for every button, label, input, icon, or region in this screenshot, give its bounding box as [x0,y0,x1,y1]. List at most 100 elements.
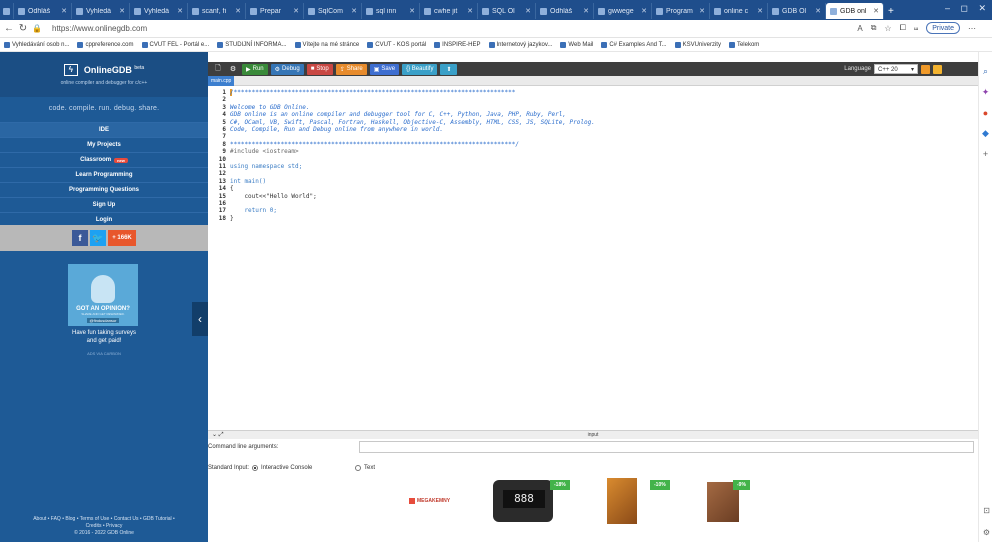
upload-icon[interactable]: ⬆ [440,63,458,75]
bookmark-item[interactable]: KSVUniverzity [674,41,721,48]
browser-tab[interactable]: Prepar ✕ [246,3,304,19]
footer-links-row-1[interactable]: About • FAQ • Blog • Terms of Use • Cont… [0,516,208,523]
close-icon[interactable]: ✕ [978,3,986,14]
collections-icon[interactable]: ⧠ [900,23,906,33]
new-file-icon[interactable]: 🗋 [212,64,224,75]
text-radio[interactable] [355,465,361,471]
info-icon[interactable] [933,64,942,74]
browser-tab[interactable]: Odhláš ✕ [14,3,72,19]
refresh-icon[interactable]: ↻ [16,23,30,34]
browser-tab[interactable]: online c ✕ [710,3,768,19]
tab-close-icon[interactable]: ✕ [177,7,183,15]
profile-icon[interactable]: ⧢ [914,23,918,33]
menu-item-learn-programming[interactable]: Learn Programming [0,167,208,182]
sparkle-icon[interactable]: ✦ [982,87,990,98]
bookmark-item[interactable]: STUDIJNÍ INFORMA... [217,41,287,48]
tab-actions-icon[interactable] [0,3,14,19]
bookmark-item[interactable]: Web Mail [560,41,593,48]
tab-close-icon[interactable]: ✕ [873,7,879,15]
ads-via-carbon[interactable]: ADS VIA CARBON [0,351,208,356]
save-button[interactable]: ▣ Save [369,63,400,75]
interactive-console-radio[interactable] [252,465,259,471]
more-icon[interactable]: ⋯ [968,24,976,33]
menu-item-sign-up[interactable]: Sign Up [0,197,208,212]
minimize-icon[interactable]: – [945,3,950,13]
tab-close-icon[interactable]: ✕ [61,7,67,15]
view-mode-icon[interactable]: ⧉ [871,23,877,33]
bookmark-item[interactable]: INSPIRE-HEP [434,41,481,48]
settings-gear-icon[interactable]: ⚙ [227,65,239,73]
search-icon[interactable]: ⌕ [983,66,988,77]
twitter-icon[interactable]: 🐦 [90,230,106,246]
browser-tab[interactable]: sql inn ✕ [362,3,420,19]
bookmark-item[interactable]: CVUT - KOS portál [367,41,426,48]
browser-tab[interactable]: Odhláš ✕ [536,3,594,19]
tab-close-icon[interactable]: ✕ [119,7,125,15]
browser-tab[interactable]: gwwege ✕ [594,3,652,19]
stop-button[interactable]: ■ Stop [306,63,333,75]
settings-icon[interactable] [921,64,930,74]
cmd-args-input[interactable] [359,441,974,453]
footer-links-row-2[interactable]: Credits • Privacy [0,523,208,530]
bookmark-item[interactable]: cppreference.com [77,41,134,48]
bookmark-item[interactable]: CVUT FEL - Portál e... [141,41,209,48]
favorites-icon[interactable]: ☆ [884,24,891,33]
bookmark-item[interactable]: Internetový jazykov... [488,41,552,48]
office-icon[interactable]: ● [983,108,988,118]
tab-close-icon[interactable]: ✕ [583,7,589,15]
browser-tab[interactable]: scanf, fi ✕ [188,3,246,19]
file-tab-main-cpp[interactable]: main.cpp [208,76,235,86]
menu-item-my-projects[interactable]: My Projects [0,137,208,152]
tab-close-icon[interactable]: ✕ [757,7,763,15]
bookmark-item[interactable]: Vítejte na mé stránce [294,41,359,48]
maximize-icon[interactable]: ◻ [961,3,968,14]
browser-tab[interactable]: Vyhledá ✕ [130,3,188,19]
tab-close-icon[interactable]: ✕ [467,7,473,15]
carbon-ad-image[interactable]: GOT AN OPINION? SHARE AND GET REWARDED. … [68,264,138,326]
url-text[interactable]: https://www.onlinegdb.com [52,24,147,33]
tab-close-icon[interactable]: ✕ [235,7,241,15]
menu-item-classroom[interactable]: Classroom new [0,152,208,167]
logo-beta: beta [134,64,145,71]
back-icon[interactable]: ← [2,23,16,34]
tab-close-icon[interactable]: ✕ [293,7,299,15]
tab-close-icon[interactable]: ✕ [641,7,647,15]
bookmark-item[interactable]: Vyhledávání osob n... [4,41,69,48]
outlook-icon[interactable]: ◆ [982,128,989,139]
tab-close-icon[interactable]: ✕ [525,7,531,15]
facebook-icon[interactable]: f [72,230,88,246]
share-plus-button[interactable]: + 166K [108,230,136,246]
ad-text[interactable]: Have fun taking surveys and get paid! [0,329,208,345]
settings-corner-icon[interactable]: ⚙ [983,528,990,537]
browser-tab[interactable]: Vyhledá ✕ [72,3,130,19]
run-button[interactable]: ▶ Run [242,63,268,75]
browser-tab[interactable]: cwhe jit ✕ [420,3,478,19]
browser-tab[interactable]: SqlCom ✕ [304,3,362,19]
debug-button[interactable]: ⚙ Debug [270,63,304,75]
private-button[interactable]: Private [926,22,960,34]
tab-close-icon[interactable]: ✕ [699,7,705,15]
site-logo[interactable]: ϟ OnlineGDB beta online compiler and deb… [0,52,208,97]
beautify-button[interactable]: {} Beautify [402,63,438,75]
tab-close-icon[interactable]: ✕ [815,7,821,15]
browser-tab[interactable]: GDB onl ✕ [826,3,884,19]
code-editor[interactable]: 1 /**************************************… [208,86,978,430]
bookmark-item[interactable]: C# Examples And T... [601,41,667,48]
menu-item-ide[interactable]: IDE [0,122,208,137]
tab-close-icon[interactable]: ✕ [409,7,415,15]
browser-tab[interactable]: GDB Ol ✕ [768,3,826,19]
bookmark-item[interactable]: Telekom [728,41,759,48]
browser-tab[interactable]: SQL Ol ✕ [478,3,536,19]
share-button[interactable]: ⇪ Share [335,63,367,75]
language-select[interactable]: C++ 20 ▾ [874,64,918,74]
menu-item-programming-questions[interactable]: Programming Questions [0,182,208,197]
new-tab-button[interactable]: + [884,3,898,19]
lock-icon[interactable]: 🔒 [30,24,44,33]
tab-close-icon[interactable]: ✕ [351,7,357,15]
browser-tab[interactable]: Program ✕ [652,3,710,19]
add-panel-icon[interactable]: + [983,149,988,159]
screenshot-icon[interactable]: ⊡ [983,506,990,515]
collapse-sidebar-chevron-icon[interactable]: ‹ [192,302,208,336]
read-aloud-icon[interactable]: A [857,24,862,33]
product-ad-strip[interactable]: MEGAKEMNY 888 -18% -10% -9% [395,476,780,526]
